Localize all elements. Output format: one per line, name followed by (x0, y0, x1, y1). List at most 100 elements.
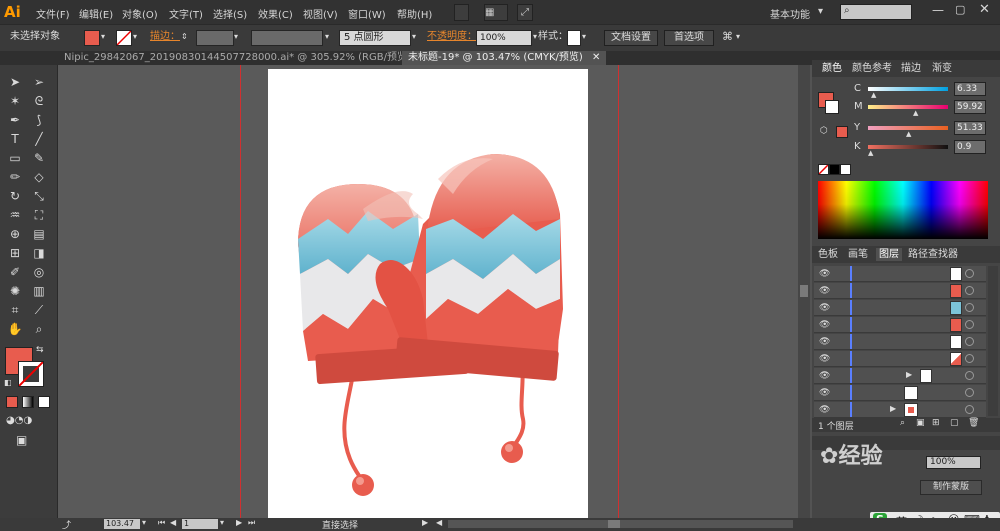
canvas-area[interactable] (58, 65, 798, 523)
pen-tool-icon[interactable]: ✒ (6, 113, 24, 128)
rotate-tool-icon[interactable]: ↻ (6, 189, 24, 204)
opacity-label[interactable]: 不透明度： (427, 30, 477, 44)
minimize-button[interactable]: — (932, 3, 944, 17)
arrange-chevron-icon[interactable]: ▾ (736, 30, 740, 44)
shape-builder-tool-icon[interactable]: ⊕ (6, 227, 24, 242)
slider-cyan[interactable]: C ▲ 6.33 (812, 82, 1000, 99)
symbol-sprayer-tool-icon[interactable]: ✺ (6, 284, 24, 299)
slider-black[interactable]: K ▲ 0.9 (812, 140, 1000, 157)
layer-row[interactable]: 👁 (814, 266, 986, 282)
brush-definition[interactable]: 5 点圆形 (339, 30, 411, 46)
first-page-icon[interactable]: ⏮ (158, 518, 165, 528)
maximize-button[interactable]: ▢ (955, 3, 965, 16)
stroke-weight-field[interactable] (196, 30, 234, 46)
eraser-tool-icon[interactable]: ◇ (30, 170, 48, 185)
close-icon[interactable]: ✕ (592, 52, 600, 63)
next-page-icon[interactable]: ▶ (236, 518, 242, 527)
layer-row[interactable]: 👁 ▶ (814, 402, 986, 418)
prev-page-icon[interactable]: ◀ (170, 518, 176, 527)
locate-object-icon[interactable]: ⌕ (900, 418, 905, 428)
target-icon[interactable] (965, 405, 974, 414)
line-tool-icon[interactable]: ╱ (30, 132, 48, 147)
tab-stroke[interactable]: 描边 (901, 62, 921, 75)
variable-width-profile[interactable] (251, 30, 323, 46)
type-tool-icon[interactable]: T (6, 132, 24, 147)
yellow-value[interactable]: 51.33 (954, 121, 986, 135)
tab-pathfinder[interactable]: 路径查找器 (908, 248, 958, 261)
new-sublayer-icon[interactable]: ⊞ (932, 418, 940, 428)
eye-icon[interactable]: 👁 (819, 269, 830, 279)
lasso-tool-icon[interactable]: ᘓ (30, 94, 48, 109)
stroke-weight-chevron-icon[interactable]: ▾ (234, 30, 238, 44)
target-icon[interactable] (965, 371, 974, 380)
tab-swatches[interactable]: 色板 (818, 248, 838, 261)
eye-icon[interactable]: 👁 (819, 286, 830, 296)
scrollbar-thumb[interactable] (608, 520, 620, 528)
artboard[interactable] (268, 69, 588, 523)
stroke-color-box[interactable] (18, 361, 44, 387)
swap-fill-stroke-icon[interactable]: ⇆ (36, 345, 44, 355)
arrange-icon[interactable]: ⌘ (722, 30, 733, 44)
menu-file[interactable]: 文件(F) (36, 6, 70, 21)
new-layer-icon[interactable]: ▢ (950, 418, 959, 428)
stroke-chevron-icon[interactable]: ▾ (133, 30, 137, 44)
magenta-track[interactable] (868, 105, 948, 109)
make-mask-button[interactable]: 制作蒙版 (920, 480, 982, 495)
cyan-value[interactable]: 6.33 (954, 82, 986, 96)
tab-nipic-document[interactable]: Nipic_29842067_20190830144507728000.ai* … (58, 51, 435, 65)
profile-chevron-icon[interactable]: ▾ (325, 30, 329, 44)
document-setup-button[interactable]: 文档设置 (604, 30, 658, 46)
export-icon[interactable]: ⤴ (62, 518, 71, 531)
eyedropper-tool-icon[interactable]: ✐ (6, 265, 24, 280)
eye-icon[interactable]: 👁 (819, 320, 830, 330)
layer-row[interactable]: 👁 (814, 300, 986, 316)
workspace-chevron-icon[interactable]: ▾ (818, 6, 823, 17)
target-icon[interactable] (965, 337, 974, 346)
menu-view[interactable]: 视图(V) (303, 6, 338, 21)
cyan-track[interactable] (868, 87, 948, 91)
preferences-button[interactable]: 首选项 (664, 30, 714, 46)
target-icon[interactable] (965, 303, 974, 312)
eye-icon[interactable]: 👁 (819, 303, 830, 313)
blend-tool-icon[interactable]: ◎ (30, 265, 48, 280)
slice-tool-icon[interactable]: ⟋ (30, 303, 48, 318)
clipping-mask-icon[interactable]: ▣ (916, 418, 925, 428)
menu-effect[interactable]: 效果(C) (258, 6, 293, 21)
magenta-value[interactable]: 59.92 (954, 100, 986, 114)
layer-row[interactable]: 👁 (814, 385, 986, 401)
direct-selection-tool-icon[interactable]: ➢ (30, 75, 48, 90)
tab-color-guide[interactable]: 颜色参考 (852, 62, 892, 75)
black-swatch[interactable] (829, 164, 840, 175)
screen-mode-icon[interactable]: ▣ (16, 433, 27, 447)
horizontal-scrollbar[interactable] (448, 520, 793, 528)
black-track[interactable] (868, 145, 948, 149)
menu-type[interactable]: 文字(T) (169, 6, 203, 21)
magic-wand-tool-icon[interactable]: ✶ (6, 94, 24, 109)
fill-swatch[interactable] (84, 30, 100, 46)
zoom-field[interactable]: 103.47 (104, 519, 140, 529)
bridge-button[interactable] (454, 4, 469, 21)
zoom-tool-icon[interactable]: ⌕ (30, 322, 48, 337)
stroke-weight-stepper[interactable]: ⇕ (181, 30, 188, 44)
menu-help[interactable]: 帮助(H) (397, 6, 432, 21)
rectangle-tool-icon[interactable]: ▭ (6, 151, 24, 166)
layer-row[interactable]: 👁 (814, 283, 986, 299)
tab-untitled-19[interactable]: 未标题-19* @ 103.47% (CMYK/预览) ✕ (402, 51, 607, 65)
none-swatch[interactable] (818, 164, 829, 175)
tab-layers[interactable]: 图层 (876, 248, 902, 261)
menu-object[interactable]: 对象(O) (122, 6, 158, 21)
gradient-tool-icon[interactable]: ◨ (30, 246, 48, 261)
opacity-chevron-icon[interactable]: ▾ (533, 30, 537, 44)
expand-arrow-icon[interactable]: ▶ (906, 370, 912, 379)
scrollbar-thumb[interactable] (800, 285, 808, 297)
last-page-icon[interactable]: ⏭ (248, 518, 255, 528)
delete-layer-icon[interactable]: 🗑 (968, 418, 979, 428)
hand-tool-icon[interactable]: ✋ (6, 322, 24, 337)
target-icon[interactable] (965, 286, 974, 295)
target-icon[interactable] (965, 354, 974, 363)
color-spectrum[interactable] (818, 181, 988, 239)
page-field[interactable]: 1 (182, 519, 218, 529)
mesh-tool-icon[interactable]: ⊞ (6, 246, 24, 261)
page-chevron-icon[interactable]: ▾ (220, 518, 224, 527)
tab-gradient[interactable]: 渐变 (932, 62, 952, 75)
